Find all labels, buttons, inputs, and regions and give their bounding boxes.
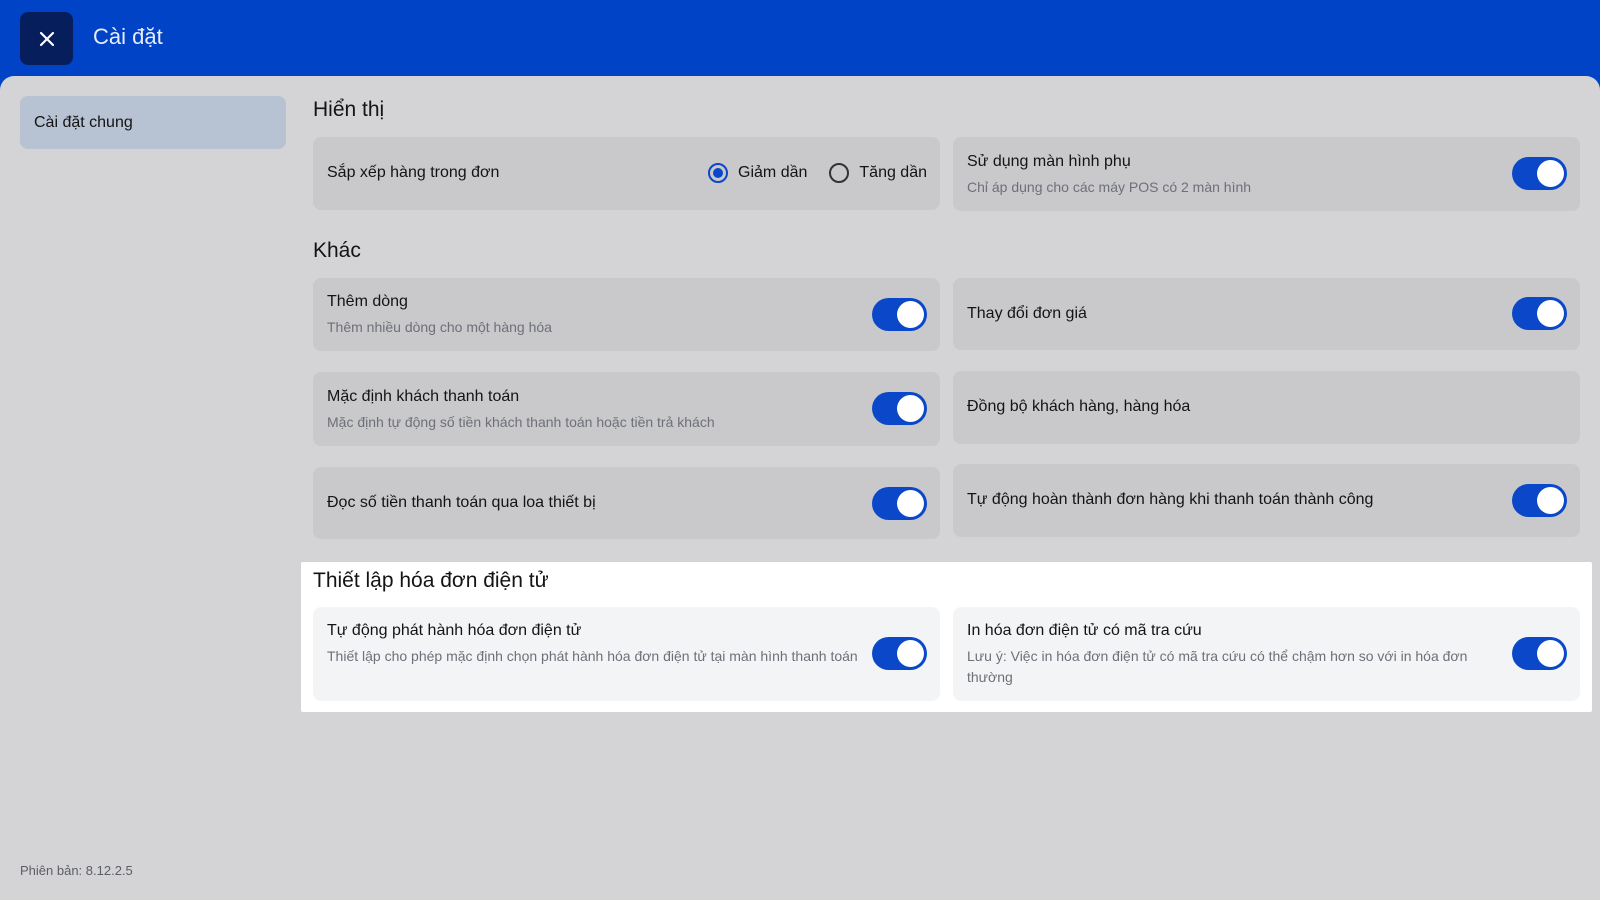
print-lookup-subtitle: Lưu ý: Việc in hóa đơn điện tử có mã tra… [967,648,1468,685]
radio-descending[interactable]: Giảm dần [708,163,807,183]
auto-complete-card: Tự động hoàn thành đơn hàng khi thanh to… [953,464,1580,537]
read-amount-card: Đọc số tiền thanh toán qua loa thiết bị [313,467,940,539]
secondary-screen-toggle[interactable] [1512,157,1567,190]
secondary-screen-subtitle: Chỉ áp dụng cho các máy POS có 2 màn hìn… [967,179,1252,195]
print-lookup-title: In hóa đơn điện tử có mã tra cứu [967,622,1202,639]
add-row-toggle[interactable] [872,298,927,331]
close-button[interactable] [20,12,73,65]
section-title-other: Khác [313,239,361,262]
top-bar: Cài đặt [0,0,1600,78]
change-price-title: Thay đổi đơn giá [967,305,1087,322]
settings-content: Cài đặt chung Hiển thị Sắp xếp hàng tron… [0,76,1600,900]
default-payment-title: Mặc định khách thanh toán [327,388,520,405]
app-version: Phiên bản: 8.12.2.5 [20,863,133,878]
sync-card[interactable]: Đồng bộ khách hàng, hàng hóa [953,371,1580,444]
auto-complete-toggle[interactable] [1512,484,1567,517]
read-amount-title: Đọc số tiền thanh toán qua loa thiết bị [327,494,596,511]
sidebar-item-label: Cài đặt chung [34,113,133,131]
radio-descending-label: Giảm dần [738,164,808,181]
sort-items-title: Sắp xếp hàng trong đơn [327,164,500,181]
print-lookup-card: In hóa đơn điện tử có mã tra cứu Lưu ý: … [953,607,1580,701]
sidebar-item-general-settings[interactable]: Cài đặt chung [20,96,286,149]
secondary-screen-card: Sử dụng màn hình phụ Chỉ áp dụng cho các… [953,137,1580,211]
add-row-card: Thêm dòng Thêm nhiều dòng cho một hàng h… [313,278,940,351]
secondary-screen-title: Sử dụng màn hình phụ [967,153,1131,170]
print-lookup-toggle[interactable] [1512,637,1567,670]
auto-issue-toggle[interactable] [872,637,927,670]
einvoice-panel: Thiết lập hóa đơn điện tử Tự động phát h… [301,562,1592,712]
sync-title: Đồng bộ khách hàng, hàng hóa [967,398,1191,415]
default-payment-card: Mặc định khách thanh toán Mặc định tự độ… [313,372,940,446]
default-payment-toggle[interactable] [872,392,927,425]
change-price-card: Thay đổi đơn giá [953,278,1580,350]
sort-items-card: Sắp xếp hàng trong đơn Giảm dần Tăng dần [313,137,940,210]
add-row-title: Thêm dòng [327,293,408,310]
default-payment-subtitle: Mặc định tự động số tiền khách thanh toá… [327,414,715,430]
auto-issue-title: Tự động phát hành hóa đơn điện tử [327,622,582,639]
section-title-display: Hiển thị [313,98,385,121]
auto-complete-title: Tự động hoàn thành đơn hàng khi thanh to… [967,491,1374,508]
change-price-toggle[interactable] [1512,297,1567,330]
section-title-einvoice: Thiết lập hóa đơn điện tử [313,569,549,592]
close-icon [39,31,54,46]
read-amount-toggle[interactable] [872,487,927,520]
auto-issue-card: Tự động phát hành hóa đơn điện tử Thiết … [313,607,940,701]
page-title: Cài đặt [93,24,163,49]
add-row-subtitle: Thêm nhiều dòng cho một hàng hóa [327,319,552,335]
auto-issue-subtitle: Thiết lập cho phép mặc định chọn phát hà… [327,648,858,664]
sort-order-radio-group: Giảm dần Tăng dần [686,137,927,209]
radio-unselected-icon [829,163,850,183]
radio-selected-icon [708,163,729,183]
radio-ascending-label: Tăng dần [859,164,927,181]
radio-ascending[interactable]: Tăng dần [829,163,927,183]
